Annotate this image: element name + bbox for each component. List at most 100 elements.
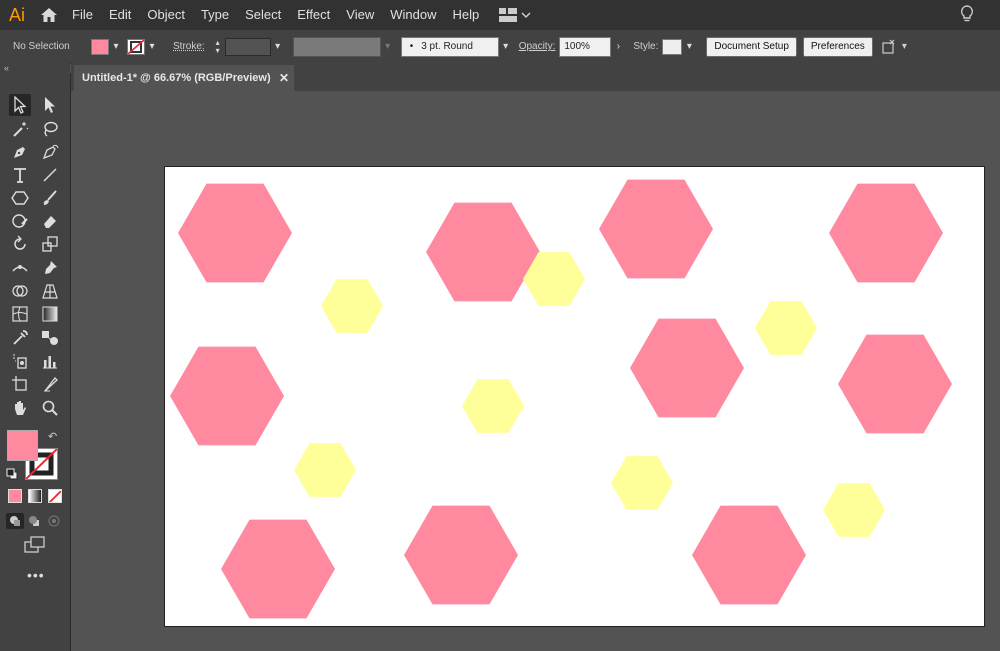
puppet-warp-tool-icon[interactable] [39,257,61,279]
paintbrush-tool-icon[interactable] [39,187,61,209]
magic-wand-tool-icon[interactable] [9,118,31,140]
pink-hexagon[interactable] [692,505,806,605]
eraser-tool-icon[interactable] [39,210,61,232]
menu-window[interactable]: Window [382,0,444,30]
home-icon[interactable] [34,0,64,30]
pink-hexagon[interactable] [404,505,518,605]
chevron-down-icon [521,12,531,19]
slice-tool-icon[interactable] [39,373,61,395]
menu-file[interactable]: File [64,0,101,30]
stroke-swatch[interactable] [127,38,145,55]
brush-dot-icon: • [409,41,414,52]
opacity-arrow-icon[interactable]: › [611,37,625,57]
curvature-tool-icon[interactable] [39,141,61,163]
pink-hexagon[interactable] [599,179,713,279]
pink-hexagon[interactable] [630,318,744,418]
fill-swatch[interactable] [91,38,109,55]
draw-normal-icon[interactable] [6,513,24,529]
none-mode-icon[interactable] [48,489,62,503]
yellow-hexagon[interactable] [755,301,817,355]
arrange-documents-icon[interactable]: ▾ [881,39,907,55]
workspace-switcher[interactable] [499,8,531,22]
shaper-tool-icon[interactable] [9,210,31,232]
zoom-tool-icon[interactable] [39,397,61,419]
menu-object[interactable]: Object [139,0,193,30]
line-segment-tool-icon[interactable] [39,164,61,186]
default-fill-stroke-icon[interactable] [6,467,18,485]
gradient-mode-icon[interactable] [28,489,42,503]
pink-hexagon[interactable] [426,202,540,302]
yellow-hexagon[interactable] [462,379,524,433]
lasso-tool-icon[interactable] [39,118,61,140]
style-dropdown-icon[interactable]: ▾ [682,37,696,57]
rotate-tool-icon[interactable] [9,233,31,255]
more-tools-icon[interactable]: ••• [27,567,45,583]
perspective-grid-tool-icon[interactable] [39,280,61,302]
fill-color-box-front[interactable] [7,430,38,461]
polygon-tool-icon[interactable] [9,187,31,209]
brush-label: 3 pt. Round [421,41,473,52]
stroke-dropdown-icon[interactable]: ▾ [145,37,159,57]
change-screen-mode-icon[interactable] [24,536,46,559]
workspace-grid-icon [499,8,518,22]
graphic-style-swatch[interactable] [662,38,683,55]
document-setup-button[interactable]: Document Setup [706,36,797,57]
pen-tool-icon[interactable] [9,141,31,163]
preferences-button[interactable]: Preferences [802,36,873,57]
stroke-weight-stepper[interactable]: ▴ ▾ [211,37,225,57]
pink-hexagon[interactable] [829,183,943,283]
brush-dropdown-icon[interactable]: ▾ [499,37,513,57]
width-tool-icon[interactable] [9,257,31,279]
stroke-weight-field[interactable] [224,37,271,56]
stroke-weight-dropdown-icon[interactable]: ▾ [271,37,285,57]
swap-fill-stroke-icon[interactable]: ↶ [48,430,57,443]
profile-dropdown-icon[interactable]: ▾ [381,37,395,57]
lightbulb-icon[interactable] [960,5,974,26]
app-logo: Ai [8,4,25,25]
artboard-tool-icon[interactable] [9,373,31,395]
direct-selection-tool-icon[interactable] [39,94,61,116]
pink-hexagon[interactable] [838,334,952,434]
menu-effect[interactable]: Effect [289,0,338,30]
scale-tool-icon[interactable] [39,233,61,255]
brush-definition[interactable]: • 3 pt. Round [400,36,499,57]
gradient-tool-icon[interactable] [39,303,61,325]
column-graph-tool-icon[interactable] [39,350,61,372]
pink-hexagon[interactable] [170,346,284,446]
yellow-hexagon[interactable] [321,279,383,333]
variable-width-profile[interactable] [292,36,381,57]
yellow-hexagon[interactable] [823,483,885,537]
opacity-input[interactable]: 100% [559,36,612,57]
menu-help[interactable]: Help [444,0,487,30]
menu-edit[interactable]: Edit [101,0,139,30]
close-icon[interactable]: ✕ [274,71,294,85]
fill-dropdown-icon[interactable]: ▾ [109,37,123,57]
menu-type[interactable]: Type [193,0,237,30]
selection-tool-icon[interactable] [9,94,31,116]
style-label: Style: [633,41,659,52]
opacity-label[interactable]: Opacity: [519,41,556,52]
mesh-tool-icon[interactable] [9,303,31,325]
yellow-hexagon[interactable] [294,443,356,497]
control-bar: No Selection ▾ ▾ Stroke: ▴ ▾ ▾ ▾ • 3 pt. … [0,30,1000,64]
draw-behind-icon[interactable] [28,514,40,532]
shape-builder-tool-icon[interactable] [9,280,31,302]
pink-hexagon[interactable] [178,183,292,283]
draw-inside-icon[interactable] [48,514,60,532]
yellow-hexagon[interactable] [611,456,673,510]
color-mode-icon[interactable] [8,489,22,503]
hand-tool-icon[interactable] [9,397,31,419]
symbol-sprayer-tool-icon[interactable] [9,350,31,372]
tools-panel: ↶ ••• [0,73,71,651]
eyedropper-tool-icon[interactable] [9,327,31,349]
pink-hexagon[interactable] [221,519,335,619]
artboard[interactable] [164,166,985,627]
blend-tool-icon[interactable] [39,327,61,349]
document-tab[interactable]: Untitled-1* @ 66.67% (RGB/Preview) ✕ [74,65,294,91]
type-tool-icon[interactable] [9,164,31,186]
menu-select[interactable]: Select [237,0,289,30]
menu-bar: Ai File Edit Object Type Select Effect V… [0,0,1000,30]
menu-view[interactable]: View [338,0,382,30]
toolbar-collapse[interactable]: « [0,63,70,73]
artboard-canvas [170,179,952,619]
